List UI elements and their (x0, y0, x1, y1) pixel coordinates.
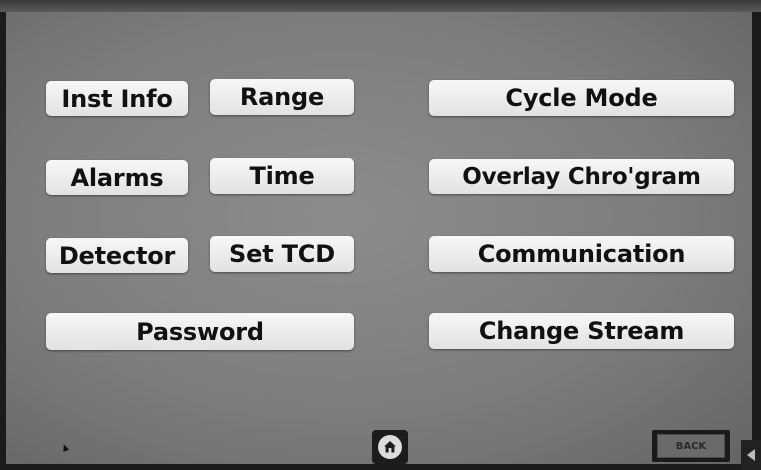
pointer-cursor (60, 443, 70, 452)
overlay-chromatogram-button[interactable]: Overlay Chro'gram (429, 159, 734, 194)
communication-button[interactable]: Communication (429, 236, 734, 272)
screen-bezel-top (0, 0, 761, 12)
home-icon (378, 435, 402, 459)
time-button[interactable]: Time (210, 158, 354, 194)
detector-button[interactable]: Detector (46, 238, 188, 273)
inst-info-button[interactable]: Inst Info (46, 81, 188, 116)
cycle-mode-button[interactable]: Cycle Mode (429, 80, 734, 116)
change-stream-button[interactable]: Change Stream (429, 313, 734, 349)
back-button[interactable]: BACK (652, 430, 730, 462)
password-button[interactable]: Password (46, 313, 354, 350)
back-button-label: BACK (657, 434, 725, 458)
touch-screen: Inst Info Range Cycle Mode Alarms Time O… (6, 12, 752, 464)
home-button[interactable] (372, 430, 408, 464)
set-tcd-button[interactable]: Set TCD (210, 236, 354, 272)
range-button[interactable]: Range (210, 79, 354, 115)
scroll-left-arrow-icon[interactable] (741, 440, 761, 470)
alarms-button[interactable]: Alarms (46, 160, 188, 195)
